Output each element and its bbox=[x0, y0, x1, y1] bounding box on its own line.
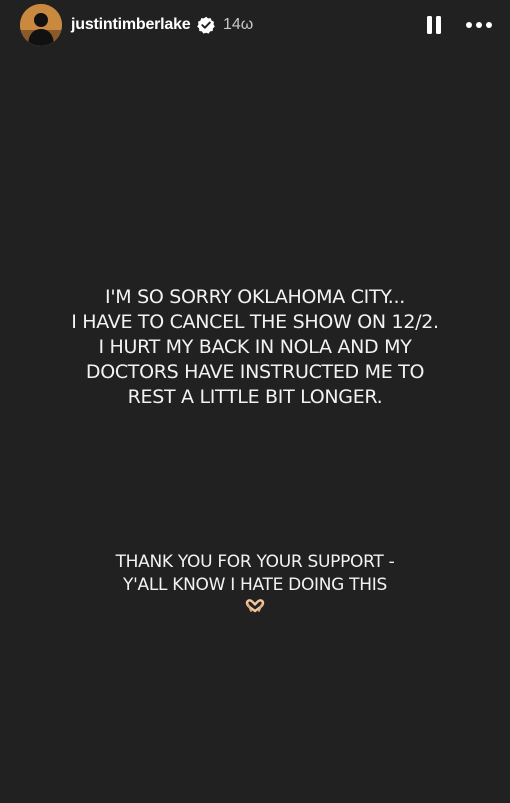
thanks-line: Y'ALL KNOW I HATE DOING THIS bbox=[123, 575, 387, 595]
message-line: REST A LITTLE BIT LONGER. bbox=[127, 386, 383, 408]
heart-hands-emoji-icon bbox=[245, 599, 265, 613]
story-message: I'M SO SORRY OKLAHOMA CITY... I HAVE TO … bbox=[20, 285, 490, 410]
pause-button[interactable] bbox=[424, 14, 444, 36]
thanks-line: THANK YOU FOR YOUR SUPPORT - bbox=[115, 552, 395, 572]
more-options-button[interactable] bbox=[464, 14, 494, 36]
avatar[interactable] bbox=[20, 4, 62, 46]
message-line: I HAVE TO CANCEL THE SHOW ON 12/2. bbox=[71, 311, 439, 333]
more-options-icon bbox=[466, 22, 492, 28]
username[interactable]: justintimberlake bbox=[71, 15, 191, 35]
message-line: I'M SO SORRY OKLAHOMA CITY... bbox=[105, 286, 405, 308]
timestamp: 14ω bbox=[223, 16, 254, 33]
story-thanks-message: THANK YOU FOR YOUR SUPPORT - Y'ALL KNOW … bbox=[20, 551, 490, 613]
message-line: DOCTORS HAVE INSTRUCTED ME TO bbox=[85, 361, 425, 383]
story-viewer[interactable]: justintimberlake 14ω I'M SO SORRY OKLAHO… bbox=[0, 0, 510, 803]
story-header: justintimberlake 14ω bbox=[0, 0, 510, 50]
message-line: I HURT MY BACK IN NOLA AND MY bbox=[98, 336, 412, 358]
verified-badge-icon bbox=[197, 16, 215, 34]
pause-icon bbox=[427, 16, 441, 34]
